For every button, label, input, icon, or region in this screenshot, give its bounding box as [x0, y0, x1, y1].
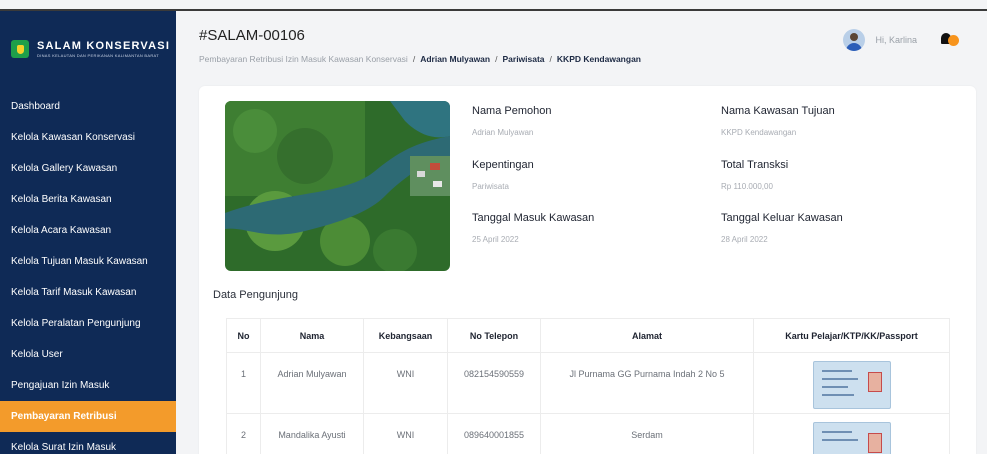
- breadcrumb-item-pemohon[interactable]: Adrian Mulyawan: [420, 54, 490, 64]
- breadcrumb-separator: /: [549, 54, 552, 64]
- nama-pemohon-label: Nama Pemohon: [472, 105, 552, 117]
- sidebar-item-pengajuan-izin[interactable]: Pengajuan Izin Masuk: [0, 370, 176, 401]
- page-title: #SALAM-00106: [199, 27, 305, 44]
- cell-telepon: 082154590559: [447, 352, 541, 414]
- section-title-data-pengunjung: Data Pengunjung: [213, 289, 299, 301]
- id-card-image[interactable]: [812, 422, 891, 454]
- user-greeting[interactable]: Hi, Karlina: [875, 35, 917, 45]
- kepentingan-value: Pariwisata: [472, 182, 509, 191]
- user-menu: Hi, Karlina: [843, 29, 959, 51]
- sidebar-nav: Dashboard Kelola Kawasan Konservasi Kelo…: [0, 91, 176, 454]
- cell-nama: Adrian Mulyawan: [260, 352, 364, 414]
- total-transaksi-label: Total Transksi: [721, 159, 789, 171]
- breadcrumb-item-kawasan[interactable]: KKPD Kendawangan: [557, 54, 641, 64]
- logo-title: SALAM KONSERVASI: [37, 40, 171, 52]
- sidebar-item-user[interactable]: Kelola User: [0, 339, 176, 370]
- cell-nama: Mandalika Ayusti: [260, 413, 364, 454]
- kepentingan-label: Kepentingan: [472, 159, 534, 171]
- tanggal-masuk-value: 25 April 2022: [472, 235, 519, 244]
- table-row: 1 Adrian Mulyawan WNI 082154590559 Jl Pu…: [226, 352, 950, 414]
- sidebar-item-dashboard[interactable]: Dashboard: [0, 91, 176, 122]
- column-header-kebangsaan: Kebangsaan: [363, 318, 448, 353]
- cell-alamat: Jl Purnama GG Purnama Indah 2 No 5: [540, 352, 754, 414]
- avatar[interactable]: [843, 29, 866, 51]
- logo-subtitle: DINAS KELAUTAN DAN PERIKANAN KALIMANTAN …: [37, 53, 159, 58]
- cell-no: 1: [226, 352, 261, 414]
- sidebar-item-berita-kawasan[interactable]: Kelola Berita Kawasan: [0, 184, 176, 215]
- sidebar: SALAM KONSERVASI DINAS KELAUTAN DAN PERI…: [0, 11, 176, 454]
- sidebar-item-tarif-masuk[interactable]: Kelola Tarif Masuk Kawasan: [0, 277, 176, 308]
- sidebar-item-acara-kawasan[interactable]: Kelola Acara Kawasan: [0, 215, 176, 246]
- sidebar-item-kawasan-konservasi[interactable]: Kelola Kawasan Konservasi: [0, 122, 176, 153]
- cell-kebangsaan: WNI: [363, 352, 448, 414]
- breadcrumb-separator: /: [412, 54, 416, 64]
- notification-bell-icon[interactable]: [941, 32, 959, 48]
- column-header-nama: Nama: [260, 318, 364, 353]
- total-transaksi-value: Rp 110.000,00: [721, 182, 773, 191]
- column-header-no-telepon: No Telepon: [447, 318, 541, 353]
- cell-telepon: 089640001855: [447, 413, 541, 454]
- sidebar-item-pembayaran-retribusi[interactable]: Pembayaran Retribusi: [0, 401, 176, 432]
- cell-kartu: [753, 352, 950, 414]
- app-logo[interactable]: SALAM KONSERVASI DINAS KELAUTAN DAN PERI…: [0, 29, 176, 69]
- main-content: #SALAM-00106 Pembayaran Retribusi Izin M…: [176, 11, 987, 454]
- nama-kawasan-value: KKPD Kendawangan: [721, 128, 797, 137]
- column-header-no: No: [226, 318, 261, 353]
- sidebar-item-gallery-kawasan[interactable]: Kelola Gallery Kawasan: [0, 153, 176, 184]
- tanggal-keluar-label: Tanggal Keluar Kawasan: [721, 212, 843, 224]
- logo-emblem-icon: [11, 40, 29, 58]
- sidebar-item-tujuan-masuk[interactable]: Kelola Tujuan Masuk Kawasan: [0, 246, 176, 277]
- kawasan-photo: [225, 101, 450, 271]
- breadcrumb-item-pembayaran[interactable]: Pembayaran Retribusi Izin Masuk Kawasan …: [199, 54, 408, 64]
- visitor-table: No Nama Kebangsaan No Telepon Alamat Kar…: [226, 318, 950, 454]
- table-row: 2 Mandalika Ayusti WNI 089640001855 Serd…: [226, 413, 950, 454]
- table-header-row: No Nama Kebangsaan No Telepon Alamat Kar…: [226, 318, 950, 353]
- breadcrumb-item-kepentingan[interactable]: Pariwisata: [502, 54, 544, 64]
- nama-kawasan-label: Nama Kawasan Tujuan: [721, 105, 835, 117]
- breadcrumb-separator: /: [495, 54, 498, 64]
- id-card-image[interactable]: [812, 361, 891, 409]
- column-header-kartu-identitas: Kartu Pelajar/KTP/KK/Passport: [753, 318, 950, 353]
- detail-card: Nama Pemohon Adrian Mulyawan Kepentingan…: [199, 86, 976, 454]
- sidebar-item-surat-izin[interactable]: Kelola Surat Izin Masuk: [0, 432, 176, 454]
- sidebar-item-peralatan-pengunjung[interactable]: Kelola Peralatan Pengunjung: [0, 308, 176, 339]
- tanggal-masuk-label: Tanggal Masuk Kawasan: [472, 212, 595, 224]
- breadcrumb: Pembayaran Retribusi Izin Masuk Kawasan …: [199, 54, 641, 64]
- tanggal-keluar-value: 28 April 2022: [721, 235, 768, 244]
- cell-alamat: Serdam: [540, 413, 754, 454]
- cell-no: 2: [226, 413, 261, 454]
- cell-kebangsaan: WNI: [363, 413, 448, 454]
- nama-pemohon-value: Adrian Mulyawan: [472, 128, 534, 137]
- column-header-alamat: Alamat: [540, 318, 754, 353]
- cell-kartu: [753, 413, 950, 454]
